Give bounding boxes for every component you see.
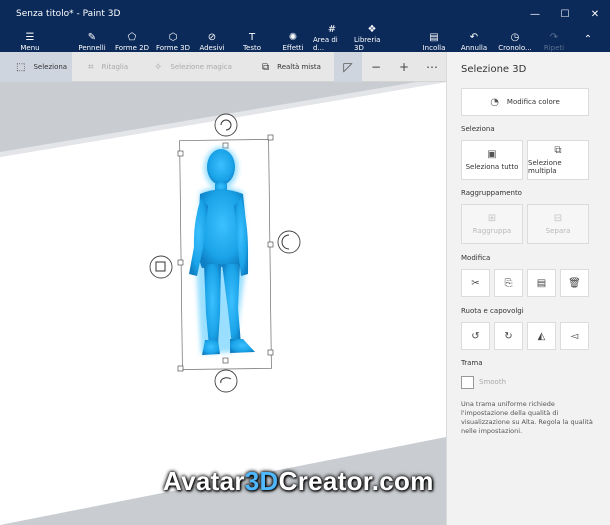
selection-toolbar: ⬚ Seleziona ⌗ Ritaglia ✧ Selezione magic…	[0, 52, 446, 82]
canvas-area[interactable]	[0, 82, 446, 525]
view-3d-button[interactable]: ◸	[334, 52, 362, 82]
menu-button[interactable]: ☰ Menu	[14, 28, 46, 53]
multi-select-button[interactable]: ⧉ Selezione multipla	[527, 140, 589, 180]
paste-panel-button[interactable]: ▤	[527, 269, 556, 297]
sun-icon: ✺	[288, 32, 298, 43]
undo-button[interactable]: ↶ Annulla	[460, 28, 488, 53]
stickers-tool[interactable]: ⊘ Adesivi	[197, 28, 227, 53]
flip-vertical-button[interactable]: ◅	[560, 322, 589, 350]
group-icon: ⊞	[487, 213, 497, 224]
select-arrow-icon: ⬚	[16, 61, 26, 73]
crop-icon: ⌗	[88, 61, 94, 73]
rotate-z-handle	[214, 369, 238, 393]
paste-button[interactable]: ▤ Incolla	[420, 28, 448, 53]
watermark: Avatar3DCreator.com	[163, 466, 434, 496]
library-icon: ❖	[367, 24, 377, 35]
palette-icon: ◔	[490, 96, 499, 108]
history-button[interactable]: ◷ Cronolo...	[498, 28, 532, 53]
zoom-in-button[interactable]: +	[390, 52, 418, 82]
smooth-label: Smooth	[479, 378, 507, 386]
rotate-right-icon: ↻	[504, 330, 513, 342]
flip-horizontal-icon: ◭	[537, 330, 546, 342]
cube-icon: ⬡	[168, 32, 178, 43]
multi-select-icon: ⧉	[554, 145, 562, 156]
copy-icon: ⎘	[504, 277, 513, 289]
rotate-right-button[interactable]: ↻	[494, 322, 523, 350]
brushes-tool[interactable]: ✎ Pennelli	[76, 28, 108, 53]
ungroup-button[interactable]: ⊟ Separa	[527, 204, 589, 244]
select-tool[interactable]: ⬚ Seleziona	[0, 52, 72, 82]
canvas-icon: #	[327, 24, 337, 35]
minimize-button[interactable]: —	[520, 0, 550, 28]
redo-icon: ↷	[549, 32, 559, 43]
window-title: Senza titolo* - Paint 3D	[16, 9, 121, 19]
panel-title: Selezione 3D	[461, 64, 527, 75]
rotate-x-handle	[214, 113, 238, 137]
effects-tool[interactable]: ✺ Effetti	[279, 28, 307, 53]
ellipsis-icon: ⋯	[426, 60, 438, 74]
title-bar: Senza titolo* - Paint 3D — ☐ ✕	[0, 0, 610, 28]
group-button[interactable]: ⊞ Raggruppa	[461, 204, 523, 244]
scene-3d	[0, 82, 446, 525]
close-button[interactable]: ✕	[580, 0, 610, 28]
flip-horizontal-button[interactable]: ◭	[527, 322, 556, 350]
hamburger-icon: ☰	[25, 32, 35, 43]
edit-color-button[interactable]: ◔ Modifica colore	[461, 88, 589, 116]
ribbon: ☰ Menu ✎ Pennelli ⬠ Forme 2D ⬡ Forme 3D …	[0, 24, 610, 53]
rotate-left-button[interactable]: ↺	[461, 322, 490, 350]
canvas-tool[interactable]: # Area di d...	[313, 24, 351, 53]
magic-select-tool[interactable]: ✧ Selezione magica	[154, 52, 234, 82]
mixed-reality-icon: ⧉	[262, 61, 270, 73]
text-icon: T	[248, 32, 256, 43]
trash-icon: 🗑	[568, 277, 581, 289]
cut-button[interactable]: ✂	[461, 269, 490, 297]
text-tool[interactable]: T Testo	[240, 28, 264, 53]
redo-button[interactable]: ↷ Ripeti	[542, 28, 566, 53]
minus-icon: −	[370, 60, 382, 74]
texture-note: Una trama uniforme richiede l'impostazio…	[461, 400, 593, 435]
copy-button[interactable]: ⎘	[494, 269, 523, 297]
flip-vertical-icon: ◅	[570, 330, 579, 342]
smooth-checkbox[interactable]	[461, 376, 474, 389]
mixed-reality-button[interactable]: ⧉ Realtà mista	[262, 52, 326, 82]
edit-section-label: Modifica	[461, 254, 491, 262]
select-all-button[interactable]: ▣ Seleziona tutto	[461, 140, 523, 180]
sticker-icon: ⊘	[207, 32, 217, 43]
select-section-label: Seleziona	[461, 125, 495, 133]
more-options-button[interactable]: ⋯	[418, 52, 446, 82]
brush-icon: ✎	[87, 32, 97, 43]
library-3d-tool[interactable]: ❖ Libreria 3D	[354, 24, 390, 53]
shapes-2d-tool[interactable]: ⬠ Forme 2D	[114, 28, 150, 53]
shapes-2d-icon: ⬠	[127, 32, 137, 43]
select-all-icon: ▣	[487, 149, 497, 160]
clipboard-icon: ▤	[429, 32, 439, 43]
depth-handle	[149, 255, 173, 279]
crop-tool[interactable]: ⌗ Ritaglia	[88, 52, 138, 82]
zoom-out-button[interactable]: −	[362, 52, 390, 82]
maximize-button[interactable]: ☐	[550, 0, 580, 28]
group-section-label: Raggruppamento	[461, 189, 522, 197]
rotate-y-handle	[277, 230, 301, 254]
undo-icon: ↶	[469, 32, 479, 43]
scissors-icon: ✂	[471, 277, 480, 289]
shapes-3d-tool[interactable]: ⬡ Forme 3D	[155, 28, 191, 53]
rotate-section-label: Ruota e capovolgi	[461, 307, 524, 315]
plus-icon: +	[398, 60, 410, 74]
clipboard-icon: ▤	[536, 277, 547, 289]
rotate-left-icon: ↺	[471, 330, 480, 342]
selection-3d-panel: Selezione 3D ◔ Modifica colore Seleziona…	[446, 52, 610, 525]
ungroup-icon: ⊟	[553, 213, 563, 224]
magic-select-icon: ✧	[154, 61, 163, 73]
texture-section-label: Trama	[461, 359, 483, 367]
chevron-up-icon: ⌃	[583, 33, 593, 45]
view-3d-icon: ◸	[343, 60, 353, 74]
collapse-ribbon-button[interactable]: ⌃	[578, 28, 598, 52]
delete-button[interactable]: 🗑	[560, 269, 589, 297]
history-icon: ◷	[510, 32, 520, 43]
